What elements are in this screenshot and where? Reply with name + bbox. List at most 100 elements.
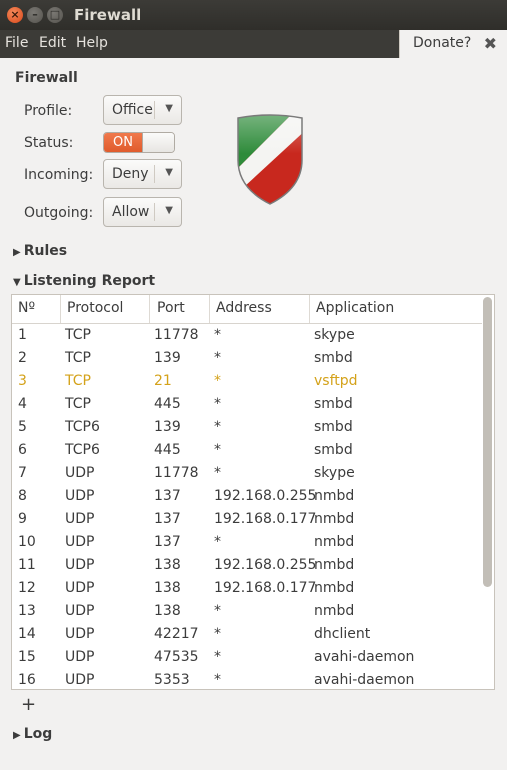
- table-header: Nº Protocol Port Address Application: [12, 295, 482, 324]
- cell-n: 1: [18, 327, 27, 343]
- minimize-icon: –: [32, 8, 38, 21]
- cell-n: 10: [18, 534, 36, 550]
- maximize-window-button[interactable]: □: [47, 7, 63, 23]
- column-header-address[interactable]: Address: [216, 300, 272, 316]
- status-label: Status:: [24, 135, 74, 151]
- table-row[interactable]: 8 UDP 137 192.168.0.255 nmbd: [12, 485, 482, 508]
- cell-n: 6: [18, 442, 27, 458]
- cell-application: nmbd: [314, 557, 355, 573]
- close-donate-icon[interactable]: ✖: [484, 34, 497, 53]
- cell-address: *: [214, 442, 221, 458]
- table-row[interactable]: 6 TCP6 445 * smbd: [12, 439, 482, 462]
- cell-n: 8: [18, 488, 27, 504]
- cell-application: nmbd: [314, 603, 355, 619]
- cell-application: skype: [314, 327, 355, 343]
- column-header-protocol[interactable]: Protocol: [67, 300, 123, 316]
- table-row[interactable]: 12 UDP 138 192.168.0.177 nmbd: [12, 577, 482, 600]
- table-row[interactable]: 16 UDP 5353 * avahi-daemon: [12, 669, 482, 689]
- cell-protocol: TCP: [65, 373, 91, 389]
- cell-n: 13: [18, 603, 36, 619]
- column-divider: [209, 295, 210, 323]
- table-row[interactable]: 4 TCP 445 * smbd: [12, 393, 482, 416]
- cell-n: 14: [18, 626, 36, 642]
- cell-address: *: [214, 626, 221, 642]
- cell-address: *: [214, 419, 221, 435]
- profile-value: Office: [112, 102, 153, 118]
- cell-application: vsftpd: [314, 373, 358, 389]
- cell-address: 192.168.0.255: [214, 488, 317, 504]
- menu-help[interactable]: Help: [76, 35, 108, 51]
- cell-port: 138: [154, 603, 181, 619]
- cell-protocol: TCP: [65, 396, 91, 412]
- table-row[interactable]: 10 UDP 137 * nmbd: [12, 531, 482, 554]
- cell-address: *: [214, 373, 221, 389]
- rules-expander[interactable]: ▶ Rules: [13, 243, 67, 259]
- column-header-port[interactable]: Port: [157, 300, 185, 316]
- cell-port: 139: [154, 350, 181, 366]
- cell-protocol: UDP: [65, 534, 95, 550]
- cell-port: 42217: [154, 626, 199, 642]
- table-row[interactable]: 11 UDP 138 192.168.0.255 nmbd: [12, 554, 482, 577]
- menu-edit[interactable]: Edit: [39, 35, 66, 51]
- cell-protocol: UDP: [65, 557, 95, 573]
- incoming-label: Incoming:: [24, 167, 94, 183]
- cell-protocol: TCP: [65, 327, 91, 343]
- cell-application: avahi-daemon: [314, 672, 415, 688]
- cell-application: smbd: [314, 350, 353, 366]
- cell-port: 137: [154, 488, 181, 504]
- cell-n: 15: [18, 649, 36, 665]
- donate-link[interactable]: Donate?: [413, 35, 471, 51]
- table-row[interactable]: 2 TCP 139 * smbd: [12, 347, 482, 370]
- title-bar: × – □ Firewall: [0, 0, 507, 30]
- incoming-combo[interactable]: Deny ▼: [103, 159, 182, 189]
- cell-address: *: [214, 603, 221, 619]
- minimize-window-button[interactable]: –: [27, 7, 43, 23]
- listening-report-expander[interactable]: ▼ Listening Report: [13, 273, 155, 289]
- combo-separator: [154, 203, 155, 221]
- table-row[interactable]: 1 TCP 11778 * skype: [12, 324, 482, 347]
- table-row[interactable]: 9 UDP 137 192.168.0.177 nmbd: [12, 508, 482, 531]
- cell-port: 11778: [154, 327, 199, 343]
- cell-port: 47535: [154, 649, 199, 665]
- cell-n: 7: [18, 465, 27, 481]
- close-window-button[interactable]: ×: [7, 7, 23, 23]
- cell-address: *: [214, 649, 221, 665]
- dropdown-arrow-icon: ▼: [165, 103, 173, 114]
- expanded-arrow-icon: ▼: [13, 277, 21, 288]
- column-divider: [149, 295, 150, 323]
- column-divider: [60, 295, 61, 323]
- menu-file[interactable]: File: [5, 35, 28, 51]
- cell-address: *: [214, 350, 221, 366]
- cell-address: 192.168.0.177: [214, 511, 317, 527]
- outgoing-combo[interactable]: Allow ▼: [103, 197, 182, 227]
- table-row[interactable]: 5 TCP6 139 * smbd: [12, 416, 482, 439]
- cell-address: *: [214, 327, 221, 343]
- add-button[interactable]: +: [21, 694, 36, 715]
- firewall-section-title: Firewall: [15, 70, 78, 86]
- column-header-application[interactable]: Application: [316, 300, 394, 316]
- listening-report-label: Listening Report: [23, 273, 156, 289]
- table-scrollbar[interactable]: [483, 297, 492, 687]
- listening-report-table[interactable]: Nº Protocol Port Address Application 1 TC…: [11, 294, 495, 690]
- dropdown-arrow-icon: ▼: [165, 167, 173, 178]
- column-header-number[interactable]: Nº: [18, 300, 35, 316]
- firewall-shield-icon: [237, 114, 303, 205]
- cell-port: 445: [154, 396, 181, 412]
- table-row[interactable]: 14 UDP 42217 * dhclient: [12, 623, 482, 646]
- table-row[interactable]: 13 UDP 138 * nmbd: [12, 600, 482, 623]
- cell-address: 192.168.0.177: [214, 580, 317, 596]
- status-switch[interactable]: ON: [103, 132, 175, 153]
- log-expander[interactable]: ▶ Log: [13, 726, 52, 742]
- table-row[interactable]: 15 UDP 47535 * avahi-daemon: [12, 646, 482, 669]
- cell-application: nmbd: [314, 488, 355, 504]
- cell-protocol: UDP: [65, 649, 95, 665]
- cell-protocol: UDP: [65, 672, 95, 688]
- cell-application: skype: [314, 465, 355, 481]
- outgoing-label: Outgoing:: [24, 205, 94, 221]
- cell-port: 11778: [154, 465, 199, 481]
- profile-combo[interactable]: Office ▼: [103, 95, 182, 125]
- scrollbar-thumb[interactable]: [483, 297, 492, 587]
- cell-port: 137: [154, 534, 181, 550]
- table-row[interactable]: 3 TCP 21 * vsftpd: [12, 370, 482, 393]
- table-row[interactable]: 7 UDP 11778 * skype: [12, 462, 482, 485]
